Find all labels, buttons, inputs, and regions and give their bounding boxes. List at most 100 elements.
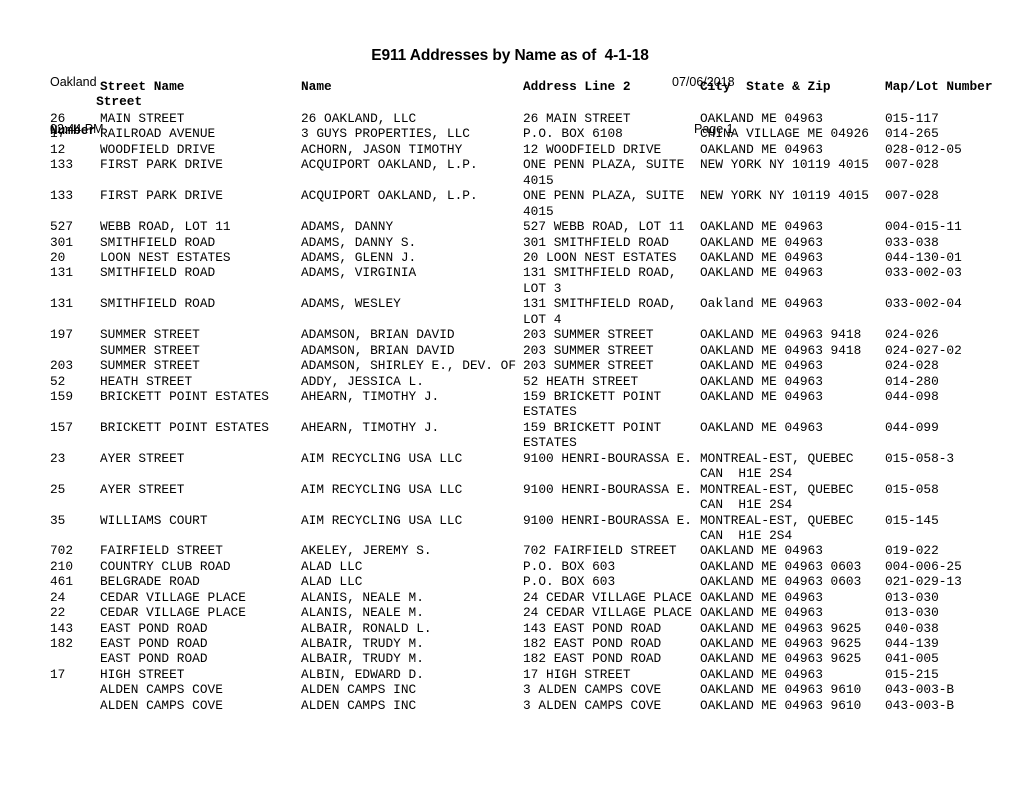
cell-map-lot-number: 041-005 <box>885 651 939 667</box>
column-header-street-name: Street Name <box>100 79 185 94</box>
cell-street-name: BRICKETT POINT ESTATES <box>100 388 269 404</box>
cell-city-state-zip: OAKLAND ME 04963 <box>700 666 823 682</box>
cell-map-lot-number: 044-130-01 <box>885 249 962 265</box>
cell-street-number: 12 <box>50 141 66 157</box>
table-row: 23 AYER STREET AIM RECYCLING USA LLC 9100 H… <box>0 451 1020 482</box>
cell-street-number: 17 <box>50 126 66 142</box>
cell-name: ALDEN CAMPS INC <box>301 682 417 698</box>
page-header: Oakland 02:44 PM E911 Addresses by Name … <box>0 44 1020 136</box>
cell-map-lot-number: 021-029-13 <box>885 574 962 590</box>
cell-map-lot-number: 044-099 <box>885 419 939 435</box>
cell-street-number: 24 <box>50 589 66 605</box>
cell-street-number: 133 <box>50 188 74 204</box>
cell-map-lot-number: 040-038 <box>885 620 939 636</box>
cell-city-state-zip: MONTREAL-EST, QUEBEC CAN H1E 2S4 <box>700 450 862 482</box>
cell-street-number: 210 <box>50 558 74 574</box>
cell-city-state-zip: OAKLAND ME 04963 <box>700 543 823 559</box>
table-row: 17 RAILROAD AVENUE 3 GUYS PROPERTIES, LLC P… <box>0 126 1020 141</box>
cell-map-lot-number: 015-058 <box>885 481 939 497</box>
cell-street-number: 203 <box>50 358 74 374</box>
cell-address-line-2: 24 CEDAR VILLAGE PLACE <box>523 605 692 621</box>
cell-street-name: ALDEN CAMPS COVE <box>100 682 223 698</box>
table-row: 182 EAST POND ROAD ALBAIR, TRUDY M. 182 EAS… <box>0 636 1020 651</box>
cell-city-state-zip: OAKLAND ME 04963 9418 <box>700 342 862 358</box>
cell-city-state-zip: OAKLAND ME 04963 9625 <box>700 636 862 652</box>
cell-address-line-2: 159 BRICKETT POINT ESTATES <box>523 419 669 451</box>
cell-city-state-zip: OAKLAND ME 04963 <box>700 111 823 126</box>
table-row: 133 FIRST PARK DRIVE ACQUIPORT OAKLAND, L.… <box>0 157 1020 188</box>
cell-address-line-2: ONE PENN PLAZA, SUITE 4015 <box>523 157 692 188</box>
cell-city-state-zip: OAKLAND ME 04963 9610 <box>700 697 862 713</box>
table-row: 22 CEDAR VILLAGE PLACE ALANIS, NEALE M. 24 … <box>0 605 1020 620</box>
cell-name: ACQUIPORT OAKLAND, L.P. <box>301 188 478 204</box>
cell-street-name: WOODFIELD DRIVE <box>100 141 216 157</box>
cell-city-state-zip: OAKLAND ME 04963 9625 <box>700 651 862 667</box>
cell-address-line-2: 12 WOODFIELD DRIVE <box>523 141 662 157</box>
cell-city-state-zip: OAKLAND ME 04963 <box>700 605 823 621</box>
cell-street-name: SUMMER STREET <box>100 342 200 358</box>
table-row: 197 SUMMER STREET ADAMSON, BRIAN DAVID 203 … <box>0 327 1020 342</box>
cell-street-number: 17 <box>50 666 66 682</box>
cell-city-state-zip: MONTREAL-EST, QUEBEC CAN H1E 2S4 <box>700 512 862 543</box>
cell-city-state-zip: OAKLAND ME 04963 <box>700 589 823 605</box>
cell-street-name: SUMMER STREET <box>100 327 200 343</box>
cell-street-name: SMITHFIELD ROAD <box>100 234 216 250</box>
table-row: ALDEN CAMPS COVE ALDEN CAMPS INC 3 ALDEN C… <box>0 682 1020 697</box>
cell-street-name: EAST POND ROAD <box>100 620 208 636</box>
cell-map-lot-number: 044-098 <box>885 388 939 404</box>
cell-address-line-2: 9100 HENRI-BOURASSA E. <box>523 512 692 528</box>
cell-address-line-2: 182 EAST POND ROAD <box>523 651 662 667</box>
cell-city-state-zip: OAKLAND ME 04963 <box>700 219 823 235</box>
cell-city-state-zip: OAKLAND ME 04963 <box>700 373 823 389</box>
cell-address-line-2: 203 SUMMER STREET <box>523 327 654 343</box>
table-row: 461 BELGRADE ROAD ALAD LLC P.O. BOX 603 OAKL… <box>0 574 1020 589</box>
cell-name: ALAD LLC <box>301 574 363 590</box>
cell-street-name: EAST POND ROAD <box>100 651 208 667</box>
cell-name: AHEARN, TIMOTHY J. <box>301 388 440 404</box>
cell-address-line-2: 20 LOON NEST ESTATES <box>523 249 677 265</box>
cell-street-name: BELGRADE ROAD <box>100 574 200 590</box>
table-row: 143 EAST POND ROAD ALBAIR, RONALD L. 143 EA… <box>0 621 1020 636</box>
cell-street-name: RAILROAD AVENUE <box>100 126 216 142</box>
cell-street-name: ALDEN CAMPS COVE <box>100 697 223 713</box>
table-column-headers: Street Number Street Name Name Address L… <box>0 79 1020 137</box>
cell-address-line-2: ONE PENN PLAZA, SUITE 4015 <box>523 188 692 219</box>
cell-name: ALDEN CAMPS INC <box>301 697 417 713</box>
cell-street-number: 35 <box>50 512 66 528</box>
cell-city-state-zip: OAKLAND ME 04963 0603 <box>700 558 862 574</box>
cell-street-name: AYER STREET <box>100 481 185 497</box>
cell-street-number: 22 <box>50 605 66 621</box>
cell-street-name: CEDAR VILLAGE PLACE <box>100 605 246 621</box>
cell-street-number: 301 <box>50 234 74 250</box>
cell-address-line-2: P.O. BOX 603 <box>523 574 616 590</box>
cell-map-lot-number: 015-215 <box>885 666 939 682</box>
cell-city-state-zip: Oakland ME 04963 <box>700 296 823 312</box>
report-page: Oakland 02:44 PM E911 Addresses by Name … <box>0 0 1020 788</box>
cell-address-line-2: 159 BRICKETT POINT ESTATES <box>523 388 669 420</box>
cell-map-lot-number: 015-117 <box>885 111 939 126</box>
cell-city-state-zip: OAKLAND ME 04963 9610 <box>700 682 862 698</box>
cell-map-lot-number: 007-028 <box>885 157 939 173</box>
cell-name: ADDY, JESSICA L. <box>301 373 424 389</box>
cell-city-state-zip: NEW YORK NY 10119 4015 <box>700 188 869 204</box>
cell-map-lot-number: 044-139 <box>885 636 939 652</box>
table-row: 25 AYER STREET AIM RECYCLING USA LLC 9100 H… <box>0 482 1020 513</box>
cell-street-number: 159 <box>50 388 74 404</box>
table-row: 131 SMITHFIELD ROAD ADAMS, WESLEY 131 SMITH… <box>0 296 1020 327</box>
column-header-map-lot-number: Map/Lot Number <box>885 79 993 94</box>
column-header-name: Name <box>301 79 332 94</box>
cell-street-name: AYER STREET <box>100 450 185 466</box>
cell-city-state-zip: OAKLAND ME 04963 <box>700 234 823 250</box>
cell-street-number: 182 <box>50 636 74 652</box>
column-header-city-state-zip: City State & Zip <box>700 79 831 94</box>
cell-name: AIM RECYCLING USA LLC <box>301 481 463 497</box>
cell-city-state-zip: CHINA VILLAGE ME 04926 <box>700 126 869 142</box>
cell-name: ALBIN, EDWARD D. <box>301 666 424 682</box>
table-row: 301 SMITHFIELD ROAD ADAMS, DANNY S. 301 SMI… <box>0 235 1020 250</box>
cell-name: ALBAIR, RONALD L. <box>301 620 432 636</box>
cell-map-lot-number: 019-022 <box>885 543 939 559</box>
cell-street-name: SMITHFIELD ROAD <box>100 265 216 281</box>
cell-address-line-2: 182 EAST POND ROAD <box>523 636 662 652</box>
table-row: 157 BRICKETT POINT ESTATES AHEARN, TIMOTHY… <box>0 420 1020 451</box>
cell-name: ADAMS, GLENN J. <box>301 249 417 265</box>
